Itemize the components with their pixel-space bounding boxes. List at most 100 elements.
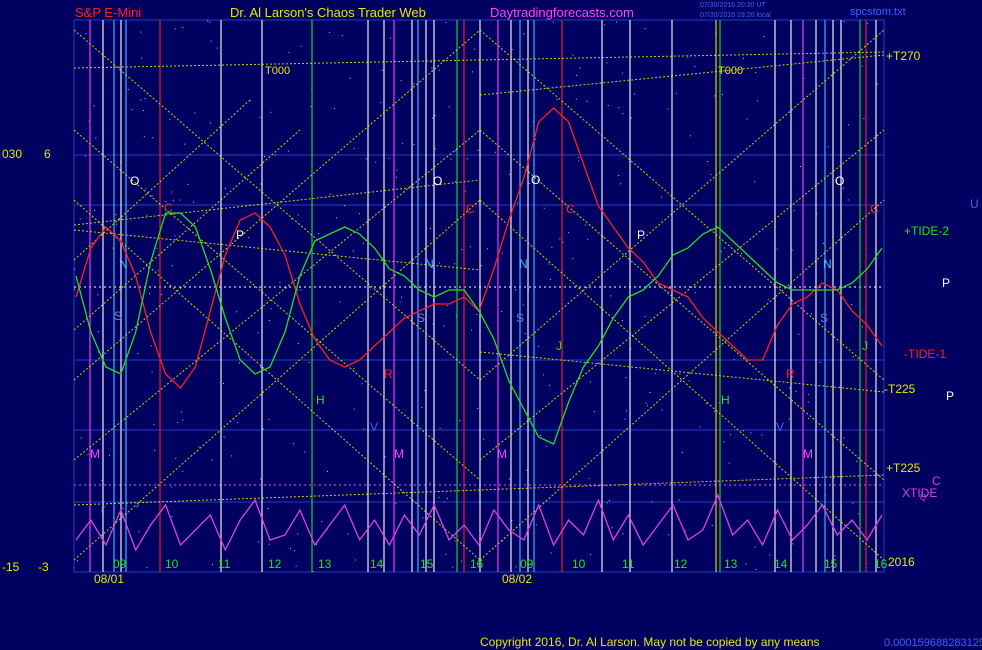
star [141, 57, 143, 59]
chaos-chart: S&P E-Mini Dr. Al Larson's Chaos Trader … [2, 2, 982, 649]
star [549, 278, 551, 280]
star [559, 238, 561, 240]
star [538, 345, 539, 347]
star [365, 158, 367, 160]
star [454, 540, 456, 542]
star [274, 286, 276, 288]
star [487, 248, 488, 250]
star [297, 343, 299, 345]
star [327, 470, 328, 472]
star [182, 27, 184, 28]
star [634, 93, 635, 95]
planet-marker: C [466, 202, 475, 216]
star [863, 118, 865, 120]
diagonal-line [479, 351, 885, 393]
star [745, 563, 747, 565]
star [144, 98, 146, 100]
hour-label: 09 [520, 557, 534, 571]
diagonal-line [73, 229, 481, 271]
hour-label: 12 [674, 557, 688, 571]
planet-marker: H [316, 393, 325, 407]
star [494, 151, 496, 153]
star [353, 408, 355, 410]
star [399, 301, 401, 303]
line-label-t000-1: T000 [265, 65, 290, 77]
star [695, 292, 697, 294]
star [152, 137, 154, 139]
star [757, 100, 758, 102]
star [239, 362, 240, 364]
left-axis-bottom-2: -3 [38, 560, 49, 574]
star [150, 345, 152, 347]
hour-label: 10 [572, 557, 586, 571]
star [167, 154, 169, 156]
star [578, 160, 580, 162]
star [443, 501, 445, 503]
copyright: Copyright 2016, Dr. Al Larson. May not b… [480, 635, 820, 649]
star [682, 451, 683, 453]
star [528, 183, 530, 185]
footer-code: 0.0001596882831259 [884, 637, 982, 649]
tide-2-line [75, 212, 883, 445]
diagonal-lines [73, 29, 885, 561]
star [363, 428, 365, 430]
star [861, 326, 863, 328]
planet-marker: R [384, 367, 393, 381]
planet-marker: J [556, 339, 562, 353]
star [445, 553, 447, 555]
planet-marker: S [114, 309, 122, 323]
star [588, 477, 590, 479]
star [396, 176, 398, 178]
star [127, 89, 129, 90]
label-year: 2016 [888, 555, 915, 569]
star [606, 502, 608, 504]
star [584, 224, 586, 226]
star [572, 54, 574, 56]
star [270, 111, 272, 113]
star [625, 377, 627, 379]
star [867, 22, 868, 24]
symbol-title: S&P E-Mini [75, 5, 141, 20]
star [97, 331, 99, 333]
star [472, 71, 473, 73]
star [687, 56, 689, 58]
star [800, 166, 801, 167]
star [604, 24, 606, 26]
star [480, 265, 482, 267]
star [811, 313, 812, 315]
star [509, 478, 511, 480]
star [851, 304, 853, 305]
star [694, 66, 696, 68]
star [169, 118, 171, 120]
star [549, 384, 550, 386]
hour-label: 16 [470, 557, 484, 571]
star [621, 320, 623, 322]
star [430, 228, 431, 230]
star [224, 187, 226, 189]
star [543, 207, 545, 209]
star [688, 380, 690, 382]
star [180, 411, 182, 413]
star [743, 57, 744, 59]
site-title[interactable]: Daytradingforecasts.com [490, 5, 634, 20]
star [93, 105, 95, 107]
star [750, 432, 752, 434]
star [459, 420, 461, 422]
star [454, 181, 456, 183]
planet-marker: O [130, 174, 139, 188]
label-t225-pos: +T225 [886, 461, 921, 475]
star [123, 429, 125, 431]
star [556, 99, 558, 101]
star [310, 106, 312, 108]
star [808, 394, 810, 396]
star [209, 21, 211, 23]
planet-marker: O [835, 174, 844, 188]
planet-marker: N [425, 257, 434, 271]
star [402, 143, 403, 145]
star [353, 368, 355, 369]
timestamp-ut: 07/30/2016 20:20 UT [700, 2, 766, 9]
star [679, 373, 681, 375]
star [287, 150, 289, 152]
star [258, 541, 260, 543]
star [791, 249, 793, 251]
